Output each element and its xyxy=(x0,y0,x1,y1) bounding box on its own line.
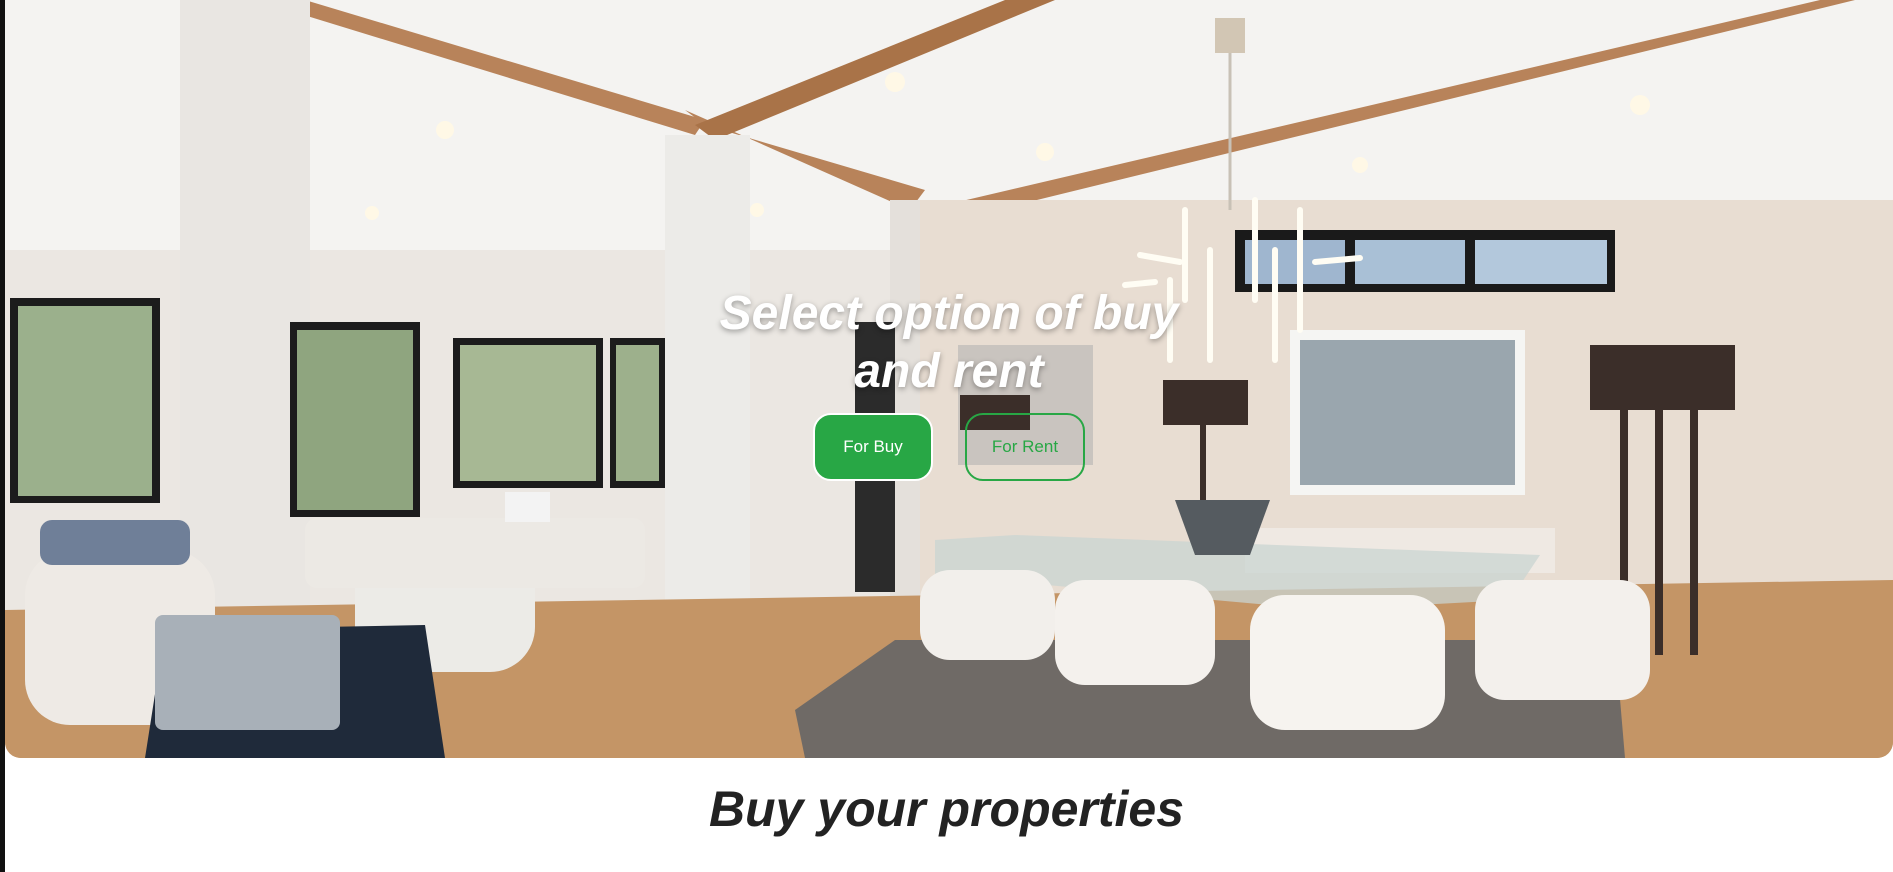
for-buy-button[interactable]: For Buy xyxy=(813,413,933,481)
hero-button-group: For Buy For Rent xyxy=(5,413,1893,481)
page: Select option of buy and rent For Buy Fo… xyxy=(0,0,1893,872)
for-rent-button[interactable]: For Rent xyxy=(965,413,1085,481)
hero-title: Select option of buy and rent xyxy=(719,287,1179,398)
hero-content: Select option of buy and rent For Buy Fo… xyxy=(5,285,1893,481)
section-title: Buy your properties xyxy=(708,781,1185,837)
hero-banner: Select option of buy and rent For Buy Fo… xyxy=(5,0,1893,758)
